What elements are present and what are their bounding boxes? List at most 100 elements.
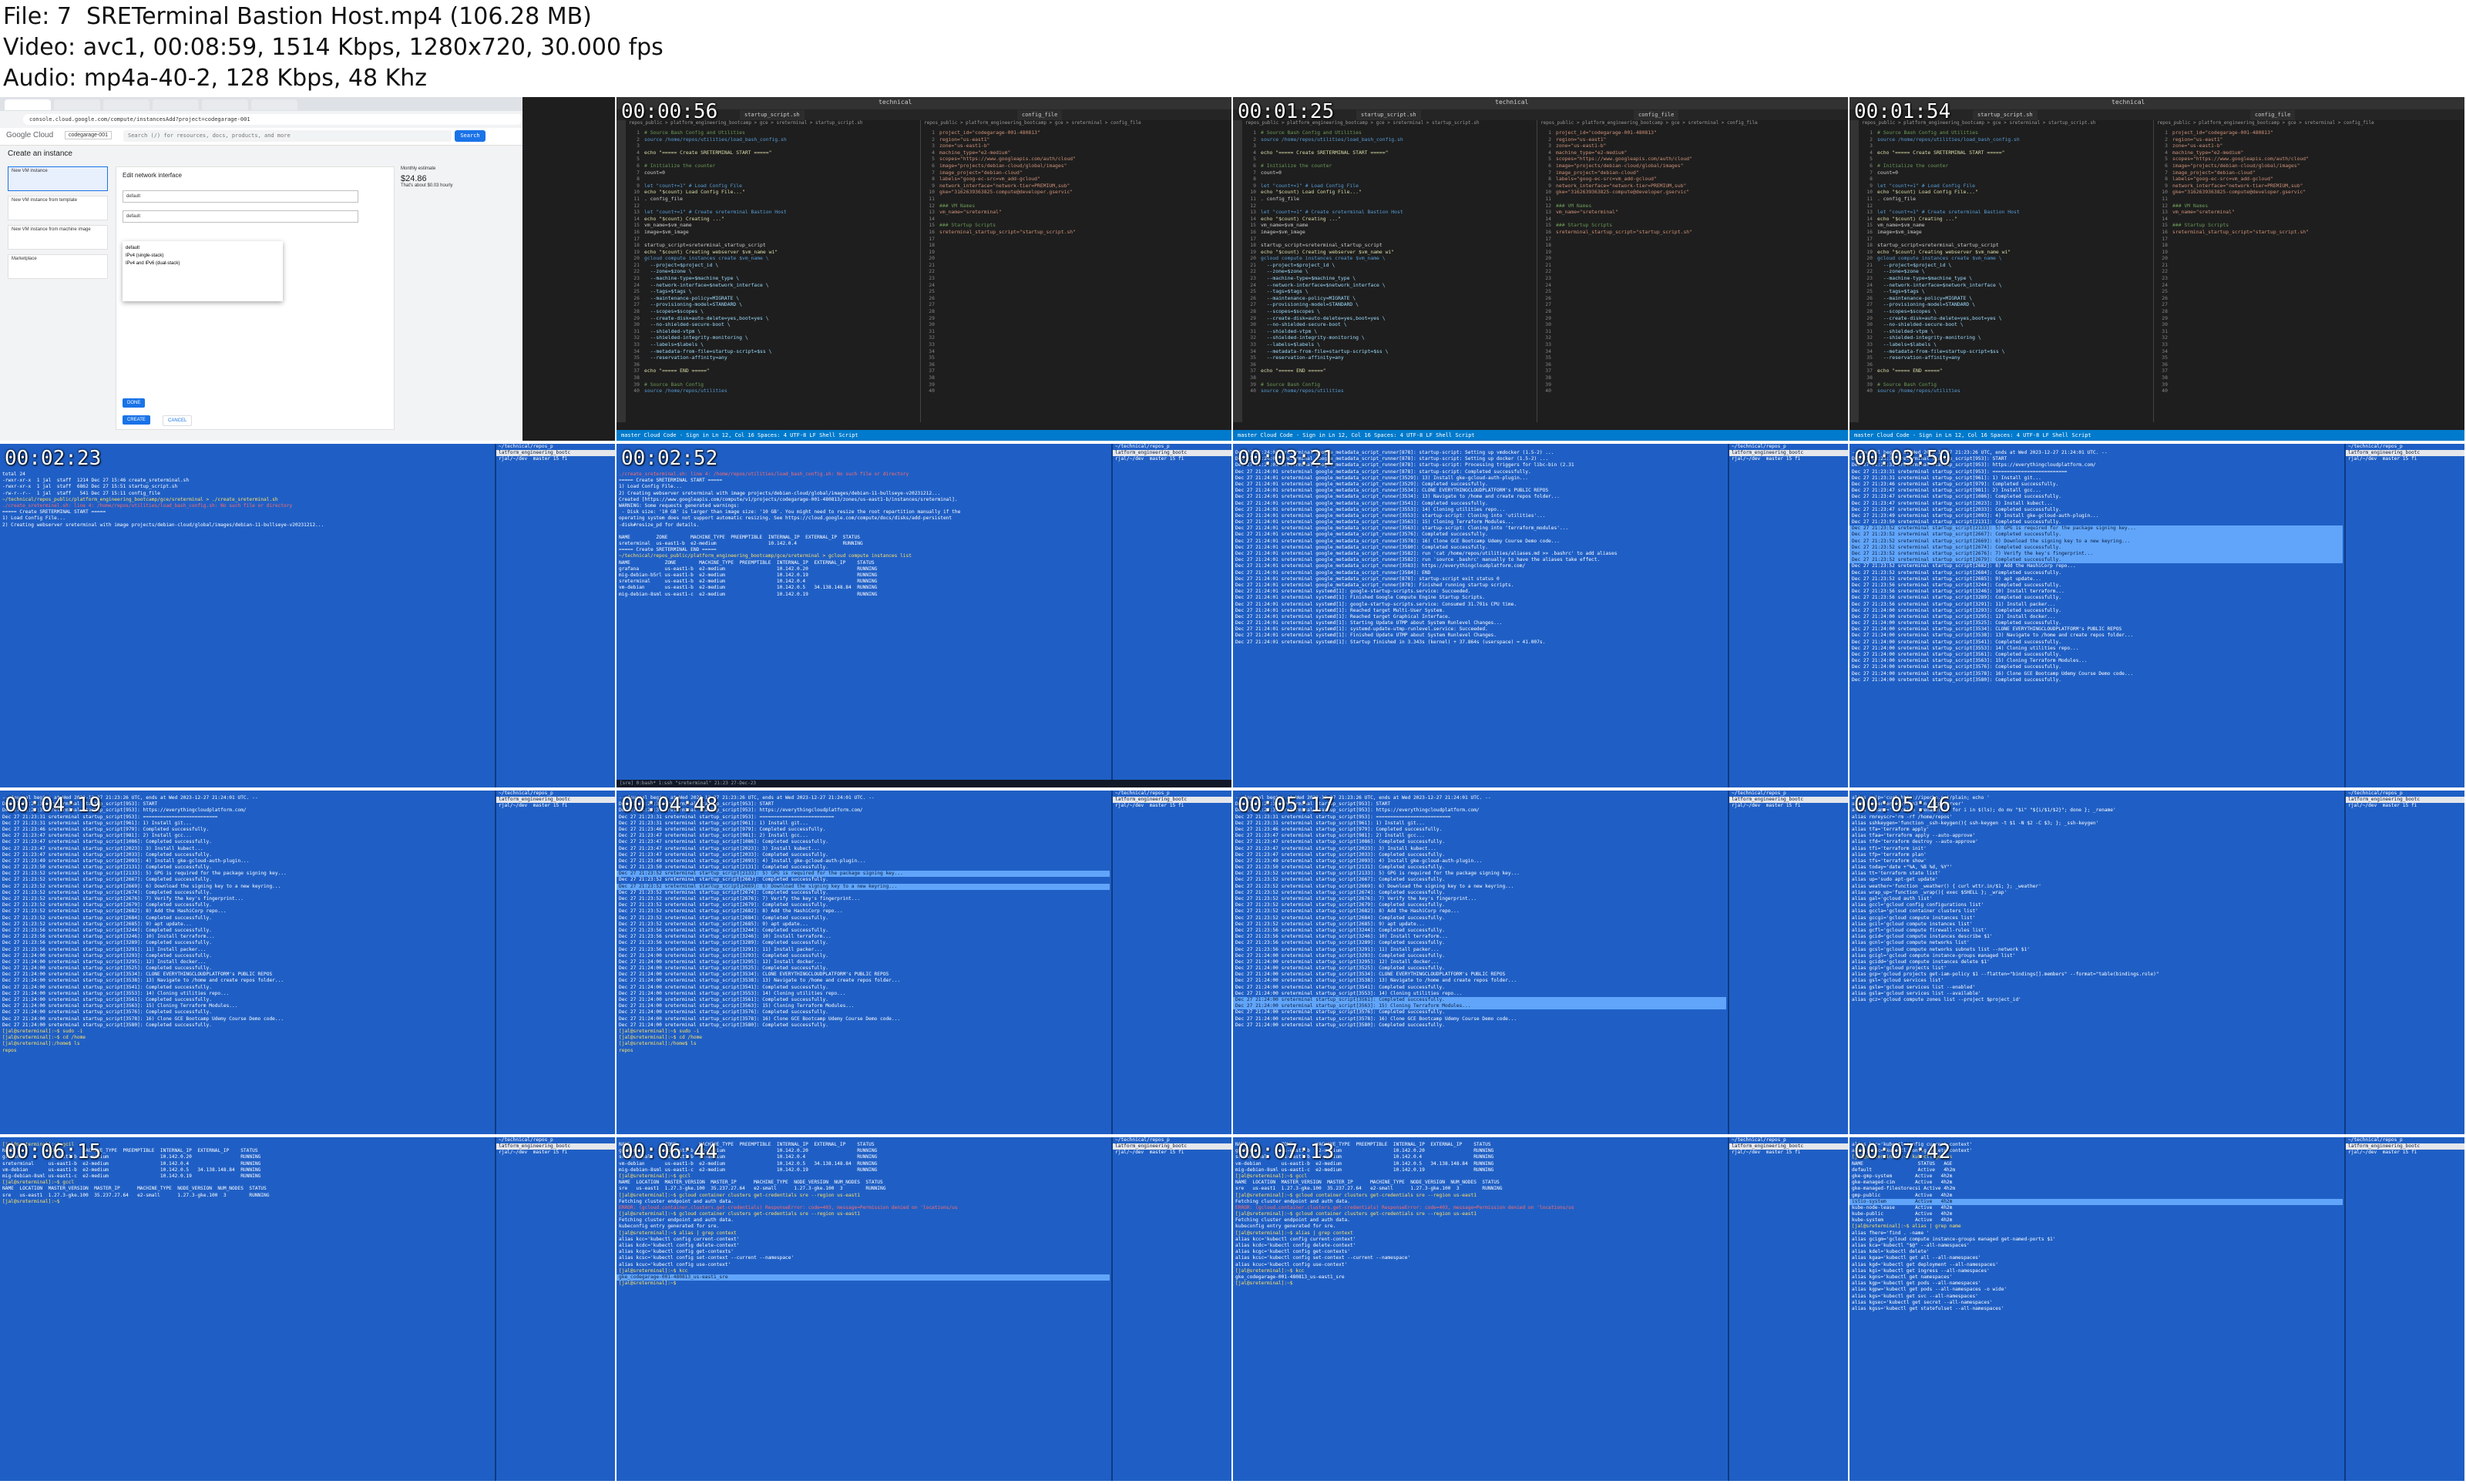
code-line: 14 (921, 216, 1231, 223)
code-line: 39 # Source Bash Config (626, 381, 919, 388)
timestamp: 00:03:50 (1854, 447, 1951, 470)
code-line: 10 echo "$count) Load Config File..." (1859, 189, 2152, 196)
tab-config-file[interactable]: config_file (2250, 110, 2296, 120)
side-branch: latform_engineering_bootc (496, 797, 615, 804)
line-number: 15 (1250, 222, 1256, 229)
option-marketplace[interactable]: Marketplace (8, 254, 108, 279)
code-text: --shielded-vtpm \ (644, 327, 701, 334)
terminal-side-pane: ~/technical/repos_p latform_engineering_b… (1728, 444, 1848, 787)
line-number: 8 (1253, 176, 1256, 183)
code-text: --labels=$labels \ (1261, 341, 1320, 347)
code-text: gcloud compute instances create $vm_name… (1877, 255, 2002, 262)
stack-type-dropdown[interactable]: default IPv4 (single-stack) IPv4 and IPv… (123, 241, 283, 301)
terminal-line: Dec 27 21:23:52 sreterminal startup_scri… (1850, 544, 2343, 551)
line-number: 7 (1870, 169, 1873, 176)
terminal-line: Dec 27 21:24:00 sreterminal startup_scri… (2, 997, 212, 1002)
terminal-line: Dec 27 21:23:31 sreterminal startup_scri… (619, 820, 808, 826)
line-number: 28 (1250, 308, 1256, 315)
side-prompt: ~/technical/repos_p (1115, 791, 1170, 796)
tab-config-file[interactable]: config_file (1017, 110, 1063, 120)
terminal-line: Dec 27 21:23:52 sreterminal startup_scri… (1235, 902, 1445, 908)
network-interface-panel: Edit network interface default default d… (116, 166, 395, 430)
dropdown-option[interactable]: IPv4 and IPv6 (dual-stack) (126, 260, 280, 267)
terminal-line: Dec 27 21:24:00 sreterminal startup_scri… (1235, 984, 1445, 990)
tab-startup-script[interactable]: startup_script.sh (740, 110, 805, 120)
terminal-line: Dec 27 21:24:01 sreterminal google_metad… (1235, 481, 1488, 487)
option-new-vm[interactable]: New VM instance (8, 166, 108, 191)
tab-startup-script[interactable]: startup_script.sh (1356, 110, 1421, 120)
terminal-line: kubeconfig entry generated for sre. (1235, 1224, 1336, 1230)
project-selector[interactable]: codegarage-001 (65, 131, 112, 139)
code-line: 11 . config_file (1242, 196, 1535, 203)
code-text: labels="goog-ec-src=vm_add-gcloud" (939, 176, 1040, 183)
terminal-side-pane: ~/technical/repos_p latform_engineering_b… (495, 791, 615, 1134)
option-from-image[interactable]: New VM instance from machine image (8, 225, 108, 250)
terminal-line: Dec 27 21:24:00 sreterminal startup_scri… (619, 965, 828, 972)
terminal-line: kubeconfig entry generated for sre. (619, 1224, 720, 1230)
terminal-line: Dec 27 21:24:01 sreterminal google_metad… (1235, 519, 1514, 525)
code-line: 27 (2154, 301, 2464, 308)
terminal-line: Dec 27 21:24:00 sreterminal startup_scri… (619, 984, 828, 990)
code-line: 14 (1537, 216, 1848, 223)
code-line: 22 (2154, 268, 2464, 275)
dropdown-option[interactable]: IPv4 (single-stack) (126, 252, 280, 260)
cancel-button[interactable]: CANCEL (163, 415, 193, 426)
line-number: 22 (633, 268, 640, 275)
timestamp: 00:05:17 (1238, 794, 1335, 817)
tab-startup-script[interactable]: startup_script.sh (1973, 110, 2038, 120)
code-line: 6 # Initialize the counter (1242, 163, 1535, 170)
gcloud-search-button[interactable]: Search (455, 130, 485, 142)
subnetwork-select[interactable]: default (123, 210, 358, 223)
thumbnail-browser-create-instance: console.cloud.google.com/compute/instanc… (0, 97, 615, 441)
terminal-side-pane: ~/technical/repos_p latform_engineering_b… (495, 444, 615, 787)
monthly-estimate: Monthly estimate $24.86 That's about $0.… (401, 166, 516, 321)
code-line: 37 echo "===== END =====" (1859, 368, 2152, 374)
gcloud-search-input[interactable]: Search (/) for resources, docs, products… (123, 130, 452, 142)
code-text: # Source Bash Config (1261, 381, 1320, 388)
terminal-line: Dec 27 21:23:52 sreterminal startup_scri… (1850, 538, 2343, 545)
code-line: 10 gke="3162639363825-compute@developer.g… (921, 189, 1231, 196)
breadcrumb: repos_public > platform_engineering_boot… (2157, 120, 2374, 126)
code-line: 35 --reservation-affinity=any (1242, 354, 1535, 361)
thumbnail-terminal: Dec 27 21:24:01 sreterminal google_metad… (1233, 444, 1848, 787)
terminal-line: Dec 27 21:23:50 sreterminal startup_scri… (1235, 865, 1445, 871)
page-title: Create an instance (8, 149, 72, 158)
side-branch: latform_engineering_bootc (2346, 1143, 2464, 1150)
code-text: image=$vm_image (644, 228, 689, 235)
line-number: 10 (929, 189, 935, 196)
line-number: 36 (1866, 361, 1873, 368)
terminal-line: Dec 27 21:23:47 sreterminal startup_scri… (619, 839, 828, 845)
timestamp: 00:03:21 (1238, 447, 1335, 470)
terminal-line: NAME LOCATION MASTER_VERSION MASTER_IP M… (619, 1180, 883, 1186)
terminal-line: Dec 27 21:23:56 sreterminal startup_scri… (1235, 927, 1445, 933)
code-line: 2 source /home/repos/utilities/load_bash_… (626, 136, 919, 143)
code-line: 28 --scopes=$scopes \ (1859, 308, 2152, 315)
create-button[interactable]: CREATE (123, 415, 150, 425)
code-text: scopes="https://www.googleapis.com/auth/… (1556, 156, 1692, 163)
network-select[interactable]: default (123, 190, 358, 203)
line-number: 34 (1866, 347, 1873, 354)
thumbnail-terminal: alias myip='curl http://ipecho.net/plain… (1850, 791, 2464, 1134)
line-number: 21 (1250, 261, 1256, 268)
code-line: 20 gcloud compute instances create $vm_na… (1859, 255, 2152, 262)
terminal-output: NAME ZONE MACHINE_TYPE PREEMPTIBLE INTER… (616, 1137, 1110, 1481)
line-number: 8 (1870, 176, 1873, 183)
terminal-line: Dec 27 21:24:00 sreterminal startup_scri… (1235, 1009, 1445, 1016)
terminal-line: [jal@sreterminal]:~$ gcloud container cl… (619, 1192, 860, 1198)
dropdown-option[interactable]: default (126, 244, 280, 252)
terminal-line: [jal@sreterminal]:~$ sudo -i (619, 1028, 700, 1034)
terminal-line: Dec 27 21:24:00 sreterminal startup_scri… (619, 1022, 828, 1028)
terminal-line: alias tfd='terraform destroy --auto-appr… (1852, 839, 1978, 845)
line-number: 25 (633, 288, 640, 295)
code-line: 6 image="projects/debian-cloud/global/ima… (2154, 163, 2464, 170)
line-number: 35 (1545, 354, 1551, 361)
option-from-template[interactable]: New VM instance from template (8, 196, 108, 220)
tab-config-file[interactable]: config_file (1634, 110, 1679, 120)
terminal-line: Dec 27 21:24:00 sreterminal startup_scri… (1235, 959, 1440, 965)
browser-address-bar[interactable]: console.cloud.google.com/compute/instanc… (23, 114, 522, 125)
done-button[interactable]: DONE (123, 398, 146, 408)
terminal-line: Dec 27 21:23:52 sreterminal startup_scri… (2, 871, 287, 877)
code-line: 13 vm_name="sreterminal" (1537, 209, 1848, 216)
line-number: 33 (2162, 341, 2168, 347)
code-text: # Initialize the counter (644, 162, 716, 169)
